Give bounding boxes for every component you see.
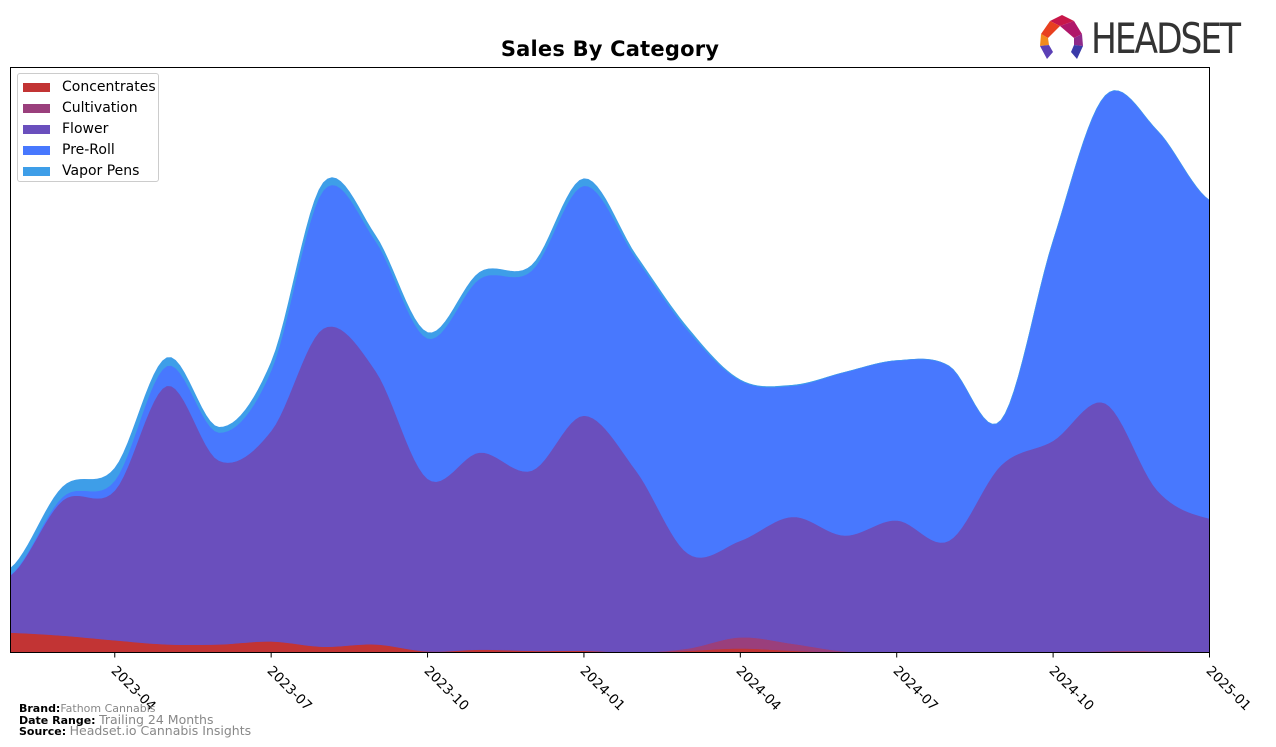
legend-item-vapor-pens: Vapor Pens [23,161,139,181]
headset-logo-text: HEADSET [1091,14,1241,63]
headset-logo-icon [1040,15,1083,59]
source-value: Headset.io Cannabis Insights [69,723,252,738]
headset-logo: HEADSET [1036,12,1264,63]
legend-label: Pre-Roll [62,142,115,158]
legend-label: Concentrates [62,79,156,95]
stacked-areas [10,90,1210,653]
legend-swatch-pre-roll [23,145,50,155]
legend-label: Vapor Pens [62,163,140,179]
legend-swatch-vapor-pens [23,166,50,176]
legend-item-pre-roll: Pre-Roll [23,140,115,160]
source-label: Source: [19,725,67,738]
legend-item-cultivation: Cultivation [23,98,138,118]
legend-swatch-concentrates [23,82,50,92]
plot-area [10,67,1210,658]
legend-label: Flower [62,121,109,137]
legend-item-flower: Flower [23,119,108,139]
legend-swatch-cultivation [23,103,50,113]
legend-label: Cultivation [62,100,138,116]
x-axis-ticks [114,652,1210,658]
legend: Concentrates Cultivation Flower Pre-Roll… [17,73,159,182]
legend-swatch-flower [23,124,50,134]
legend-item-concentrates: Concentrates [23,77,156,97]
footer-source: Source: Headset.io Cannabis Insights [19,723,252,738]
